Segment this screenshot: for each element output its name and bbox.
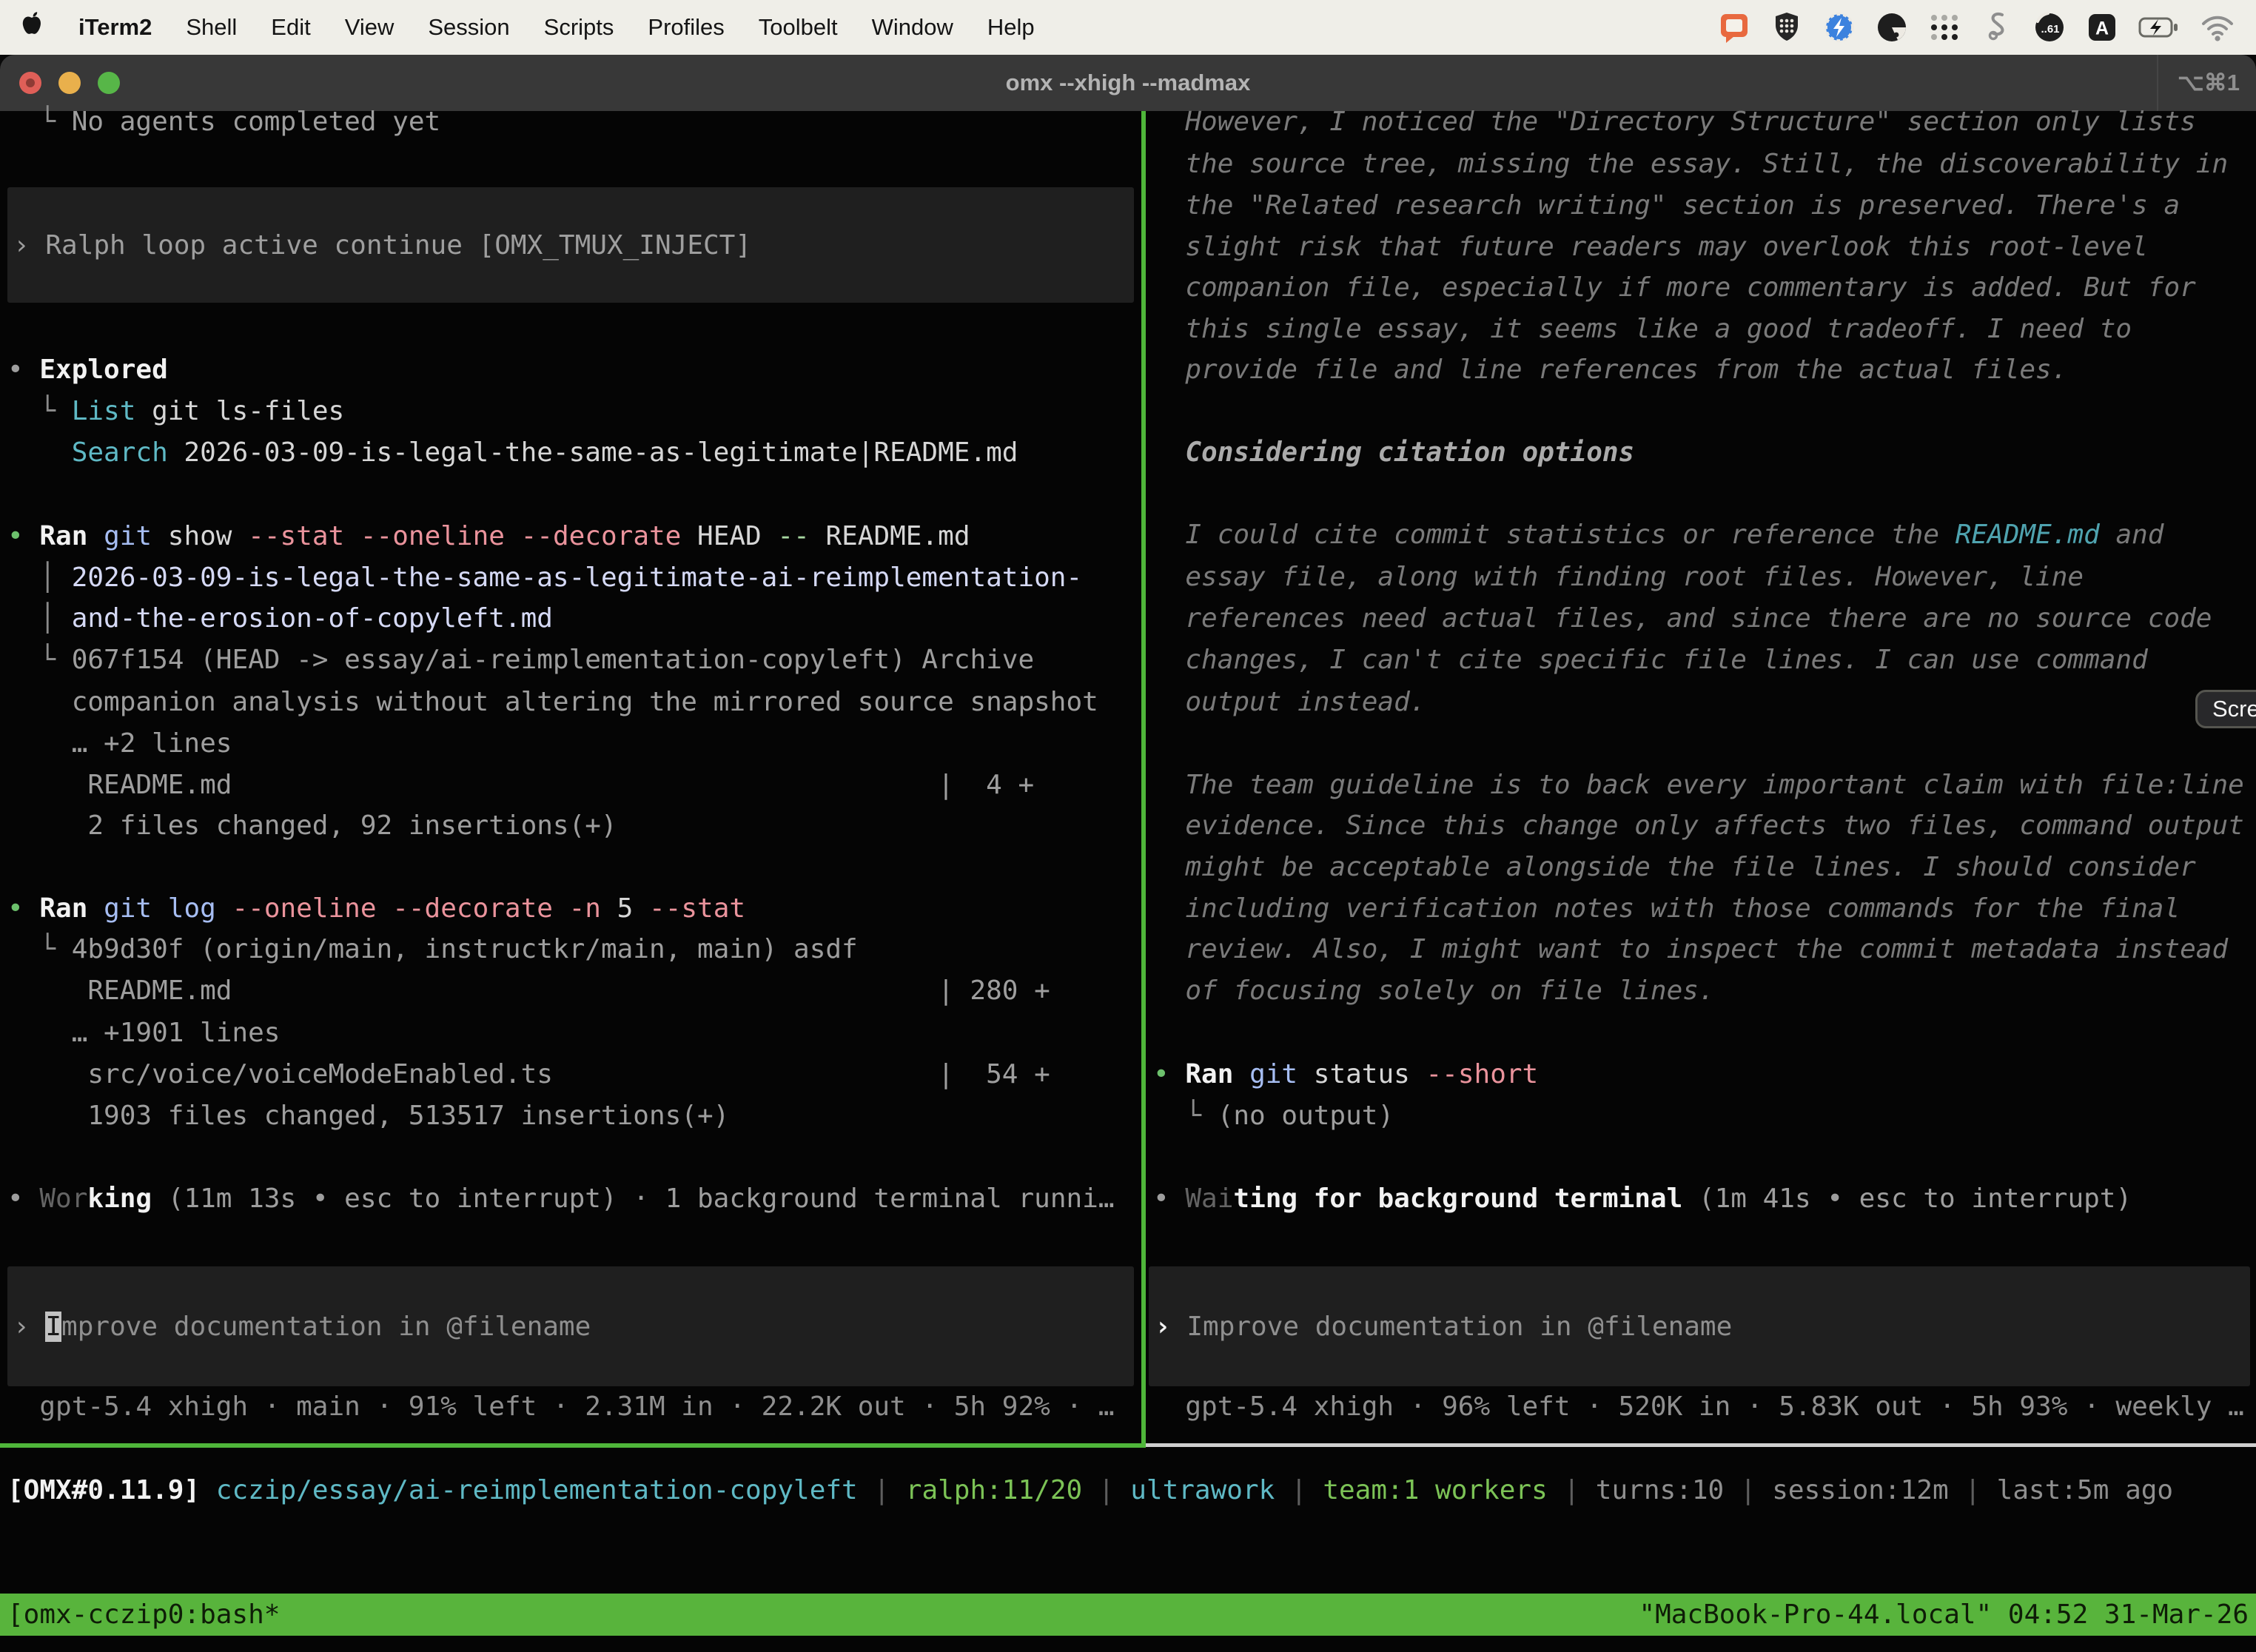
terminal-row-left: • Working (11m 13s • esc to interrupt) ·… xyxy=(7,1178,1115,1220)
terminal-row-right: references need actual files, and since … xyxy=(1153,598,2212,639)
terminal-row-right: Considering citation options xyxy=(1153,432,1634,474)
prompt-input-left-text: › Improve documentation in @filename xyxy=(13,1306,591,1348)
terminal-row-left: └ 067f154 (HEAD -> essay/ai-reimplementa… xyxy=(7,639,1034,681)
screen: { "colors": { "cyan": "#5FB9C5", "blue":… xyxy=(0,0,2256,1652)
pane-divider-vertical[interactable] xyxy=(1141,111,1146,1443)
tmux-session-label: [omx-cczip0:bash* xyxy=(7,1594,280,1636)
terminal-row-right: changes, I can't cite specific file line… xyxy=(1153,639,2148,681)
terminal-row-left: … +2 lines xyxy=(7,723,232,765)
apple-menu-icon[interactable] xyxy=(21,10,44,44)
terminal-row-right: However, I noticed the "Directory Struct… xyxy=(1153,101,2196,143)
terminal-row-right: • Ran git status --short xyxy=(1153,1054,1538,1095)
terminal-row-right: output instead. xyxy=(1153,682,1426,723)
terminal-row-left: gpt-5.4 xhigh · main · 91% left · 2.31M … xyxy=(7,1386,1115,1428)
menu-item-shell[interactable]: Shell xyxy=(186,14,237,41)
terminal-row-right: • Waiting for background terminal (1m 41… xyxy=(1153,1178,2132,1220)
prompt-input-right-text: › Improve documentation in @filename xyxy=(1155,1306,1732,1348)
gauge-61-icon[interactable]: ..61 xyxy=(2033,11,2066,44)
terminal-row-right: evidence. Since this change only affects… xyxy=(1153,805,2244,847)
pie-chart-icon[interactable] xyxy=(1876,11,1908,44)
terminal-row-left: src/voice/voiceModeEnabled.ts | 54 + xyxy=(7,1054,1050,1095)
letter-a-app-icon[interactable]: A xyxy=(2086,11,2118,44)
svg-text:A: A xyxy=(2095,19,2109,39)
menu-item-window[interactable]: Window xyxy=(872,14,953,41)
terminal-row-left: └ No agents completed yet xyxy=(7,101,440,143)
terminal-row-left: 1903 files changed, 513517 insertions(+) xyxy=(7,1095,729,1137)
terminal-row-right: companion file, especially if more comme… xyxy=(1153,267,2196,309)
minimize-button[interactable] xyxy=(58,72,81,94)
terminal-row-right: provide file and line references from th… xyxy=(1153,349,2067,391)
terminal-row-left: └ 4b9d30f (origin/main, instructkr/main,… xyxy=(7,929,858,970)
pane-border-bottom-right xyxy=(1146,1443,2256,1447)
close-button[interactable] xyxy=(19,72,41,94)
wifi-icon[interactable] xyxy=(2200,11,2235,44)
terminal-row-right: gpt-5.4 xhigh · 96% left · 520K in · 5.8… xyxy=(1153,1386,2244,1428)
terminal-row-right: of focusing solely on file lines. xyxy=(1153,970,1715,1012)
terminal-row-right: └ (no output) xyxy=(1153,1095,1394,1137)
svg-text:..61: ..61 xyxy=(2041,23,2059,36)
window-title: omx --xhigh --madmax xyxy=(1006,70,1251,96)
terminal-row-left: Search 2026-03-09-is-legal-the-same-as-l… xyxy=(7,432,1018,474)
menu-item-edit[interactable]: Edit xyxy=(271,14,310,41)
terminal-row-left: 2 files changed, 92 insertions(+) xyxy=(7,805,617,847)
zoom-button[interactable] xyxy=(98,72,120,94)
menu-bar: iTerm2 Shell Edit View Session Scripts Profil… xyxy=(0,0,2256,55)
terminal-row-left: • Ran git log --oneline --decorate -n 5 … xyxy=(7,888,745,930)
battery-charging-icon[interactable] xyxy=(2138,11,2180,44)
screen-share-pill[interactable]: Scre xyxy=(2195,690,2256,728)
hook-icon[interactable] xyxy=(1981,11,2013,44)
terminal-row-left: └ List git ls-files xyxy=(7,391,344,432)
screen-recording-icon[interactable] xyxy=(1718,10,1750,44)
lightning-badge-icon[interactable] xyxy=(1823,11,1856,44)
terminal-row-left: │ and-the-erosion-of-copyleft.md xyxy=(7,598,553,639)
omx-status-bar: [OMX#0.11.9] cczip/essay/ai-reimplementa… xyxy=(7,1470,2173,1511)
terminal-row-right: review. Also, I might want to inspect th… xyxy=(1153,929,2228,970)
terminal-row-left: README.md | 4 + xyxy=(7,765,1034,806)
menu-item-view[interactable]: View xyxy=(345,14,395,41)
tmux-status-bar: [omx-cczip0:bash* "MacBook-Pro-44.local"… xyxy=(0,1594,2256,1636)
terminal-row-left: companion analysis without altering the … xyxy=(7,682,1098,723)
terminal-row-right: including verification notes with those … xyxy=(1153,888,2180,930)
terminal-row-left: … +1901 lines xyxy=(7,1013,280,1054)
terminal-row-right: The team guideline is to back every impo… xyxy=(1153,765,2244,806)
terminal-row-right: the "Related research writing" section i… xyxy=(1153,185,2180,226)
terminal-content[interactable]: [omx-cczip0:bash* "MacBook-Pro-44.local"… xyxy=(0,111,2256,1652)
menu-item-session[interactable]: Session xyxy=(428,14,509,41)
terminal-window: omx --xhigh --madmax ⌥⌘1 [omx-cczip0:bas… xyxy=(0,55,2256,1652)
menubar-status-icons: ..61 A xyxy=(1718,10,2235,44)
pane-border-bottom-left xyxy=(0,1443,1146,1448)
terminal-row-right: essay file, along with finding root file… xyxy=(1153,557,2084,598)
menu-item-scripts[interactable]: Scripts xyxy=(544,14,614,41)
menu-item-toolbelt[interactable]: Toolbelt xyxy=(759,14,838,41)
app-menu-title[interactable]: iTerm2 xyxy=(78,14,152,41)
menu-items: Shell Edit View Session Scripts Profiles Toolb… xyxy=(186,14,1034,41)
menu-item-help[interactable]: Help xyxy=(987,14,1035,41)
terminal-row-right: this single essay, it seems like a good … xyxy=(1153,309,2132,350)
terminal-row-left: README.md | 280 + xyxy=(7,970,1050,1012)
terminal-row-left: • Ran git show --stat --oneline --decora… xyxy=(7,516,970,557)
screen-share-pill-label: Scre xyxy=(2212,688,2256,730)
terminal-row-right: slight risk that future readers may over… xyxy=(1153,226,2148,268)
terminal-row-right: might be acceptable alongside the file l… xyxy=(1153,847,2196,888)
menu-item-profiles[interactable]: Profiles xyxy=(648,14,724,41)
history-box-left-text: › Ralph loop active continue [OMX_TMUX_I… xyxy=(13,225,751,266)
tmux-host-clock: "MacBook-Pro-44.local" 04:52 31-Mar-26 xyxy=(1639,1594,2249,1636)
shield-grid-icon[interactable] xyxy=(1770,11,1803,44)
grid-dots-icon[interactable] xyxy=(1928,11,1961,44)
terminal-row-left: • Explored xyxy=(7,349,168,391)
terminal-row-right: the source tree, missing the essay. Stil… xyxy=(1153,144,2228,185)
terminal-row-right: I could cite commit statistics or refere… xyxy=(1153,514,2163,556)
terminal-row-left: │ 2026-03-09-is-legal-the-same-as-legiti… xyxy=(7,557,1082,599)
